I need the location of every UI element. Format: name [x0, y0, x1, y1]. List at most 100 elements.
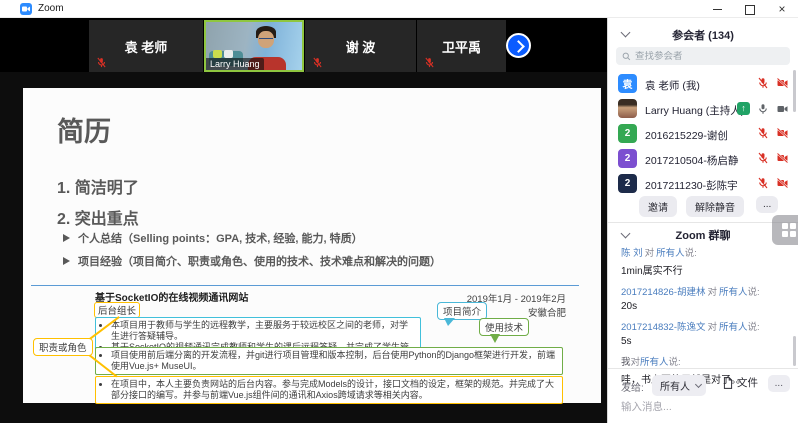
- camera-off-icon: [776, 127, 789, 139]
- search-input[interactable]: [635, 51, 765, 62]
- arrow-bullet-icon: [63, 257, 70, 265]
- chat-says: 说:: [669, 357, 681, 368]
- pillow-shape: [224, 50, 233, 58]
- video-tile-larry-active[interactable]: Larry Huang: [204, 20, 304, 72]
- unmute-all-button[interactable]: 解除静音: [686, 196, 744, 217]
- titlebar: Zoom ×: [0, 0, 798, 18]
- participant-status-icons: ↑: [737, 102, 789, 115]
- participant-row[interactable]: 袁 袁 老师 (我): [608, 71, 798, 96]
- callout-role: 职责或角色: [33, 338, 93, 356]
- participants-actions: 邀请 解除静音 ...: [608, 196, 798, 216]
- send-to-dropdown[interactable]: 所有人: [652, 375, 706, 396]
- slide-point-2: 2. 突出重点: [57, 205, 139, 229]
- duty-bullet: 在项目中，本人主要负责网站的后台内容。参与完成Models的设计，接口文档的设定…: [111, 379, 558, 401]
- screen-share-area: 简历 1. 简洁明了 2. 突出重点 个人总结（Selling points：G…: [0, 72, 607, 423]
- participant-name: 2017211230-彭陈宇: [645, 178, 738, 193]
- mic-muted-icon: [757, 77, 769, 89]
- avatar-initial: 2: [625, 128, 631, 139]
- file-button[interactable]: 文件: [723, 375, 758, 390]
- chat-recipient: 所有人: [640, 357, 669, 368]
- screen-share-badge-icon: ↑: [737, 102, 750, 115]
- video-tile-xie[interactable]: 谢 波: [305, 20, 416, 72]
- window-controls: ×: [710, 0, 794, 18]
- participant-search-box[interactable]: [616, 47, 790, 65]
- chat-text: 20s: [621, 301, 786, 312]
- chat-sender: 2017214826-胡建林: [621, 287, 706, 298]
- participant-status-icons: [757, 177, 789, 189]
- slide-point-1: 1. 简洁明了: [57, 174, 139, 198]
- slide-bullet-2: 项目经验（项目简介、职责或角色、使用的技术、技术难点和解决的问题）: [63, 253, 441, 269]
- chat-more-button[interactable]: ...: [768, 375, 790, 392]
- tile-name: 卫平禹: [442, 37, 481, 56]
- participants-scrollbar[interactable]: [793, 70, 796, 112]
- mic-muted-icon: [757, 152, 769, 164]
- video-strip: 袁 老师 Larry Huang 谢 波 卫平禹: [0, 20, 607, 72]
- participants-more-button[interactable]: ...: [756, 196, 778, 213]
- participant-name: 2016215229-谢创: [645, 128, 728, 143]
- participant-name: Larry Huang (主持人): [645, 103, 744, 118]
- chat-scrollbar[interactable]: [793, 336, 796, 366]
- avatar-initial: 袁: [623, 76, 633, 91]
- person-glasses: [259, 38, 273, 41]
- chat-sender: 陈 刘: [621, 248, 643, 259]
- send-to-label: 发给:: [621, 379, 644, 394]
- chevron-down-icon: [695, 381, 702, 388]
- file-label: 文件: [737, 375, 758, 390]
- participant-status-icons: [757, 152, 789, 164]
- participant-name: 袁 老师 (我): [645, 78, 700, 93]
- participant-status-icons: [757, 127, 789, 139]
- main-area: 袁 老师 Larry Huang 谢 波 卫平禹: [0, 18, 607, 423]
- minimize-button[interactable]: [710, 2, 726, 16]
- chat-message-header: 我对所有人说:: [621, 354, 786, 368]
- camera-off-icon: [776, 152, 789, 164]
- arrow-bullet-icon: [63, 234, 70, 242]
- chat-says: 说:: [748, 287, 760, 298]
- gallery-grid-floating-button[interactable]: [772, 215, 798, 245]
- close-button[interactable]: ×: [774, 2, 790, 16]
- chat-message: 2017214832-陈逸文对所有人说: 5s: [621, 319, 786, 347]
- chat-connector: 对: [708, 287, 718, 298]
- chat-sender: 我: [621, 357, 631, 368]
- zoom-app-icon: [20, 3, 32, 15]
- participant-row[interactable]: Larry Huang (主持人) ↑: [608, 96, 798, 121]
- chat-title: Zoom 群聊: [608, 227, 798, 243]
- participant-row[interactable]: 2 2016215229-谢创: [608, 121, 798, 146]
- pillow-shape: [213, 50, 222, 58]
- presentation-slide: 简历 1. 简洁明了 2. 突出重点 个人总结（Selling points：G…: [23, 88, 601, 403]
- avatar: 2: [618, 174, 637, 193]
- project-duty-box: 在项目中，本人主要负责网站的后台内容。参与完成Models的设计，接口文档的设定…: [95, 376, 563, 404]
- chat-input[interactable]: [621, 401, 781, 413]
- chat-footer: 发给: 所有人 文件 ...: [608, 369, 798, 423]
- participant-row[interactable]: 2 2017210504-杨启静: [608, 146, 798, 171]
- mic-muted-icon: [312, 57, 323, 68]
- chat-recipient: 所有人: [719, 287, 748, 298]
- chat-text: 1min属实不行: [621, 262, 786, 277]
- chat-message: 2017214826-胡建林对所有人说: 20s: [621, 284, 786, 312]
- app-title: Zoom: [38, 3, 64, 14]
- video-tile-yuan[interactable]: 袁 老师: [89, 20, 203, 72]
- avatar-initial: 2: [625, 178, 631, 189]
- avatar: 2: [618, 124, 637, 143]
- chat-recipient: 所有人: [719, 322, 748, 333]
- chat-connector: 对: [708, 322, 718, 333]
- chat-says: 说:: [748, 322, 760, 333]
- tech-bullet: 项目使用前后端分离的开发流程，并git进行项目管理和版本控制，后台使用Pytho…: [111, 350, 558, 372]
- mic-muted-icon: [757, 177, 769, 189]
- participant-row[interactable]: 2 2017211230-彭陈宇: [608, 171, 798, 196]
- slide-bullet-2-text: 项目经验（项目简介、职责或角色、使用的技术、技术难点和解决的问题）: [78, 253, 441, 269]
- next-participants-button[interactable]: [506, 33, 531, 58]
- divider-line: [31, 285, 579, 286]
- invite-button[interactable]: 邀请: [639, 196, 677, 217]
- participants-title: 参会者 (134): [608, 27, 798, 43]
- search-icon: [622, 52, 631, 61]
- chat-connector: 对: [645, 248, 655, 259]
- avatar: 袁: [618, 74, 637, 93]
- video-tile-wei[interactable]: 卫平禹: [417, 20, 506, 72]
- mic-muted-icon: [757, 127, 769, 139]
- sidebar-panel: 参会者 (134) 袁 袁 老师 (我) Larry Huang (主持人) ↑: [607, 18, 798, 423]
- file-icon: [723, 377, 733, 389]
- intro-bullet-1: 本项目用于教师与学生的远程教学，主要服务于较远校区之间的老师，对学生进行答疑辅导…: [111, 320, 416, 342]
- maximize-button[interactable]: [742, 2, 758, 16]
- chat-message-header: 陈 刘对所有人说:: [621, 245, 786, 259]
- chat-message-header: 2017214826-胡建林对所有人说:: [621, 284, 786, 298]
